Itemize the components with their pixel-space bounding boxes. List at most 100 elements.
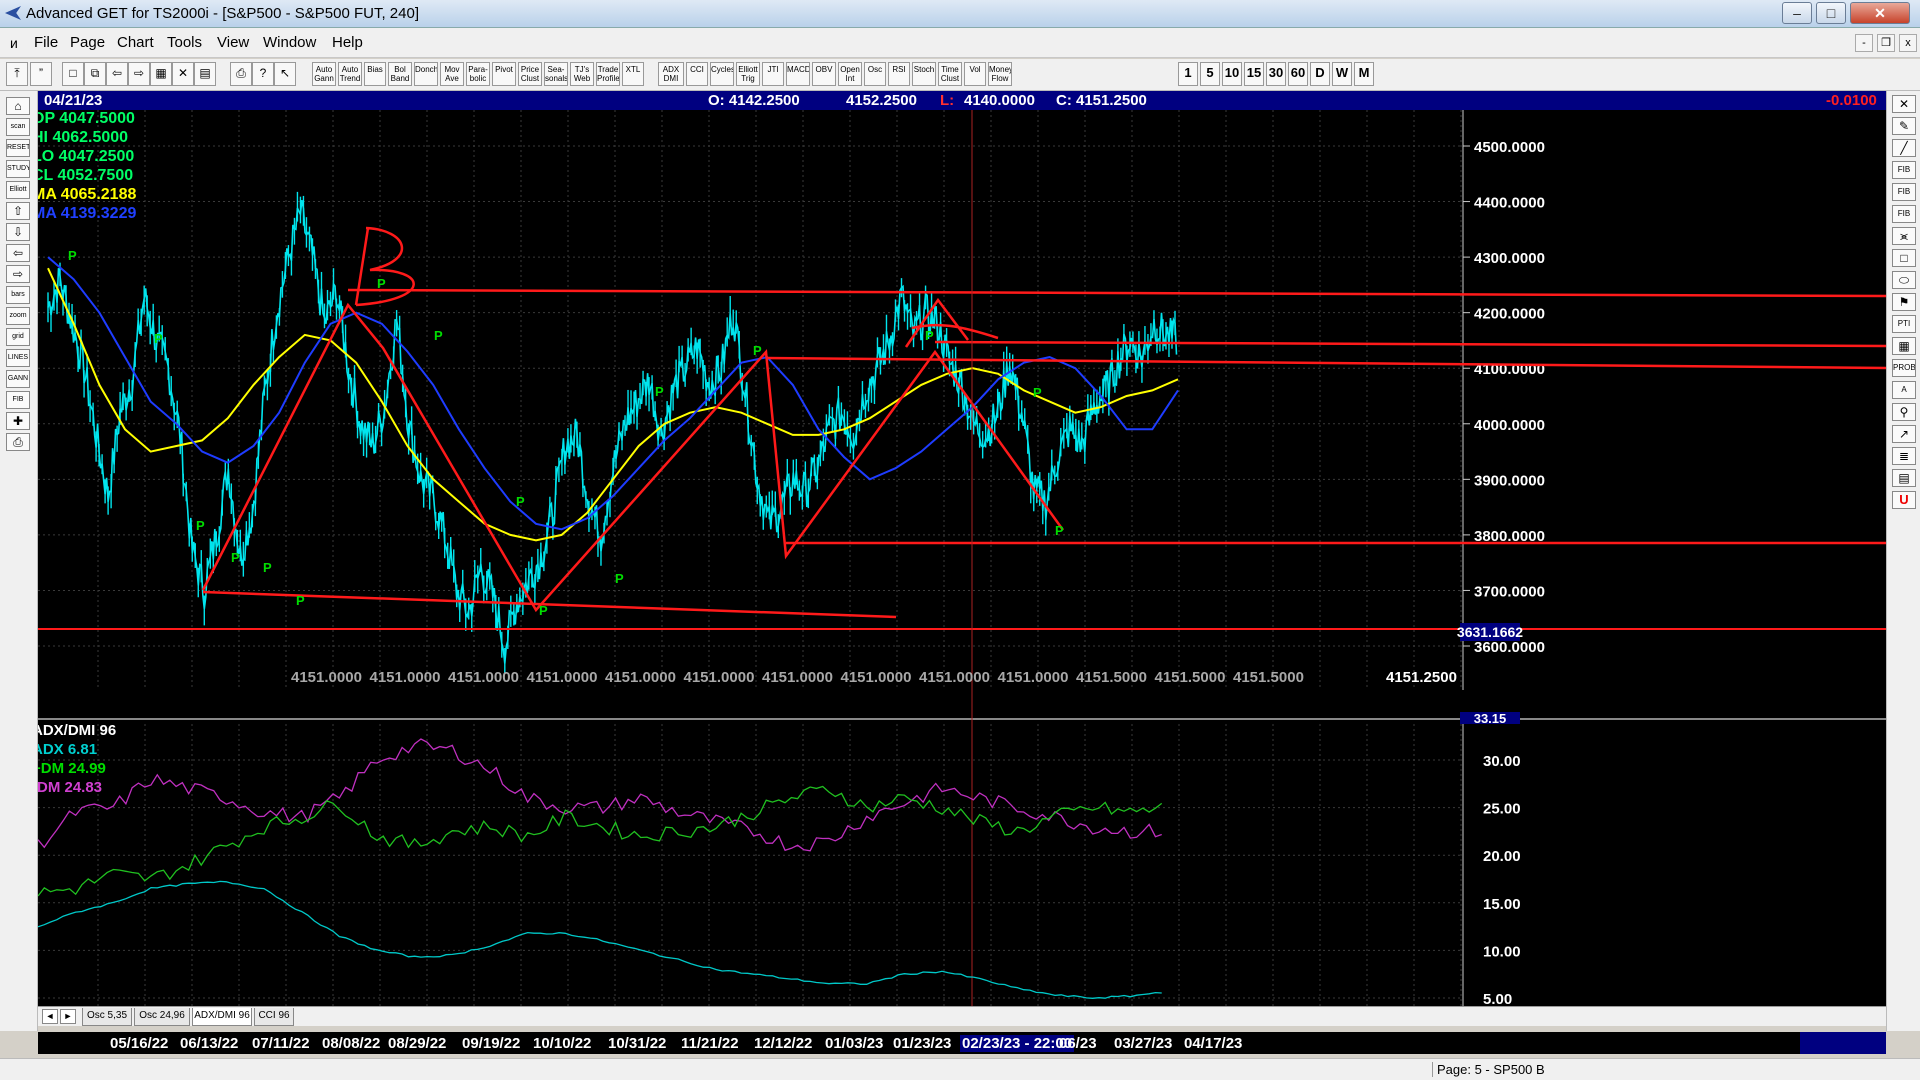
right-tool-pti[interactable]: PTI xyxy=(1892,315,1916,333)
menu-tools[interactable]: Tools xyxy=(167,34,202,51)
right-tool-prob[interactable]: PROB xyxy=(1892,359,1916,377)
mdi-minimize-button[interactable]: - xyxy=(1855,34,1873,52)
line-icon[interactable]: ╱ xyxy=(1892,139,1916,157)
right-tool-fib-ret[interactable]: FIB RET xyxy=(1892,161,1916,179)
study-button-time-clust[interactable]: Time Clust xyxy=(938,62,962,86)
study-button-stoch[interactable]: Stoch xyxy=(912,62,936,86)
pen-icon[interactable]: ✎ xyxy=(1892,117,1916,135)
period-button-d[interactable]: D xyxy=(1310,62,1330,86)
study-button-cci[interactable]: CCI xyxy=(686,62,708,86)
trend-icon[interactable]: ↗ xyxy=(1892,425,1916,443)
copy-page-icon[interactable]: ⧉ xyxy=(84,62,106,86)
tab-osc-24-96[interactable]: Osc 24,96 xyxy=(134,1008,190,1026)
tab-scroll-right[interactable]: ► xyxy=(60,1009,76,1024)
right-tool-fib-time[interactable]: FIB TIME xyxy=(1892,205,1916,223)
quote-tool-icon[interactable]: ” xyxy=(30,62,52,86)
clear-icon[interactable]: ✕ xyxy=(172,62,194,86)
left-arrow-icon[interactable]: ⇦ xyxy=(6,244,30,262)
study-button-bias[interactable]: Bias xyxy=(364,62,386,86)
study-button-rsi[interactable]: RSI xyxy=(888,62,910,86)
left-tool-elliott[interactable]: Elliott xyxy=(6,181,30,199)
doc-control-icon[interactable]: ᴎ xyxy=(10,35,18,51)
period-button-10[interactable]: 10 xyxy=(1222,62,1242,86)
period-button-15[interactable]: 15 xyxy=(1244,62,1264,86)
fan-icon[interactable]: ⪤ xyxy=(1892,227,1916,245)
period-button-5[interactable]: 5 xyxy=(1200,62,1220,86)
box-icon[interactable]: □ xyxy=(1892,249,1916,267)
back-icon[interactable]: ⇦ xyxy=(106,62,128,86)
menu-help[interactable]: Help xyxy=(332,34,363,51)
period-button-60[interactable]: 60 xyxy=(1288,62,1308,86)
study-button-elliott-trig[interactable]: Elliott Trig xyxy=(736,62,760,86)
price-chart[interactable]: 4500.00004400.00004300.00004200.00004100… xyxy=(32,110,1887,1030)
study-button-price-clust[interactable]: Price Clust xyxy=(518,62,542,86)
forward-icon[interactable]: ⇨ xyxy=(128,62,150,86)
study-button-osc[interactable]: Osc xyxy=(864,62,886,86)
up-arrow-icon[interactable]: ⇧ xyxy=(6,202,30,220)
maximize-button[interactable]: □ xyxy=(1816,2,1846,24)
tab-cci-96[interactable]: CCI 96 xyxy=(254,1008,294,1026)
study-button-trade-profile[interactable]: Trade Profile xyxy=(596,62,620,86)
menu-file[interactable]: File xyxy=(34,34,58,51)
study-button-adx-dmi[interactable]: ADX DMI xyxy=(658,62,684,86)
left-tool-reset[interactable]: RESET xyxy=(6,139,30,157)
tab-scroll-left[interactable]: ◄ xyxy=(42,1009,58,1024)
right-tool-a[interactable]: A xyxy=(1892,381,1916,399)
cursor-tool-icon[interactable]: ⤒ xyxy=(6,62,28,86)
period-button-w[interactable]: W xyxy=(1332,62,1352,86)
study-button-mov-ave[interactable]: Mov Ave xyxy=(440,62,464,86)
study-button-donch[interactable]: Donch xyxy=(414,62,438,86)
period-button-30[interactable]: 30 xyxy=(1266,62,1286,86)
flag-icon[interactable]: ⚑ xyxy=(1892,293,1916,311)
magnify-icon[interactable]: ⚲ xyxy=(1892,403,1916,421)
grid-icon[interactable]: ▦ xyxy=(1892,337,1916,355)
left-tool-fib[interactable]: FIB xyxy=(6,391,30,409)
mdi-restore-button[interactable]: ❒ xyxy=(1877,34,1895,52)
context-help-icon[interactable]: ↖ xyxy=(274,62,296,86)
period-button-m[interactable]: M xyxy=(1354,62,1374,86)
left-tool-zoom[interactable]: zoom xyxy=(6,307,30,325)
period-button-1[interactable]: 1 xyxy=(1178,62,1198,86)
layout-icon[interactable]: ▤ xyxy=(194,62,216,86)
study-button-pivot[interactable]: Pivot xyxy=(492,62,516,86)
left-tool-grid[interactable]: grid xyxy=(6,328,30,346)
right-tool-u[interactable]: U xyxy=(1892,491,1916,509)
left-tool-gann[interactable]: GANN xyxy=(6,370,30,388)
open-icon[interactable]: ⌂ xyxy=(6,97,30,115)
study-button-money-flow[interactable]: Money Flow xyxy=(988,62,1012,86)
menu-view[interactable]: View xyxy=(217,34,249,51)
left-tool-study[interactable]: STUDY xyxy=(6,160,30,178)
study-button-obv[interactable]: OBV xyxy=(812,62,836,86)
study-button-auto-trend[interactable]: Auto Trend xyxy=(338,62,362,86)
new-page-icon[interactable]: □ xyxy=(62,62,84,86)
study-button-cycles[interactable]: Cycles xyxy=(710,62,734,86)
menu-window[interactable]: Window xyxy=(263,34,316,51)
right-tool-fib-ext[interactable]: FIB EXT xyxy=(1892,183,1916,201)
study-button-macd[interactable]: MACD xyxy=(786,62,810,86)
left-tool-bars[interactable]: bars xyxy=(6,286,30,304)
study-button-auto-gann[interactable]: Auto Gann xyxy=(312,62,336,86)
help-icon[interactable]: ? xyxy=(252,62,274,86)
study-button-bol-band[interactable]: Bol Band xyxy=(388,62,412,86)
down-arrow-icon[interactable]: ⇩ xyxy=(6,223,30,241)
crosshair-icon[interactable]: ✚ xyxy=(6,412,30,430)
study-button-jti[interactable]: JTI xyxy=(762,62,784,86)
study-button-open-int[interactable]: Open Int xyxy=(838,62,862,86)
mdi-close-button[interactable]: x xyxy=(1899,34,1917,52)
close-icon[interactable]: ✕ xyxy=(1892,95,1916,113)
menu-page[interactable]: Page xyxy=(70,34,105,51)
calendar-icon[interactable]: ▤ xyxy=(1892,469,1916,487)
study-button-sea-sonals[interactable]: Sea-sonals xyxy=(544,62,568,86)
ellipse-icon[interactable]: ⬭ xyxy=(1892,271,1916,289)
print-icon[interactable]: ⎙ xyxy=(230,62,252,86)
grid-view-icon[interactable]: ▦ xyxy=(150,62,172,86)
tab-adx-dmi-96[interactable]: ADX/DMI 96 xyxy=(192,1008,252,1026)
channel-icon[interactable]: ≣ xyxy=(1892,447,1916,465)
close-button[interactable]: ✕ xyxy=(1850,2,1910,24)
menu-chart[interactable]: Chart xyxy=(117,34,154,51)
tab-osc-5-35[interactable]: Osc 5,35 xyxy=(82,1008,132,1026)
left-tool-scan[interactable]: scan xyxy=(6,118,30,136)
right-arrow-icon[interactable]: ⇨ xyxy=(6,265,30,283)
study-button-xtl[interactable]: XTL xyxy=(622,62,644,86)
study-button-tj-s-web[interactable]: TJ's Web xyxy=(570,62,594,86)
